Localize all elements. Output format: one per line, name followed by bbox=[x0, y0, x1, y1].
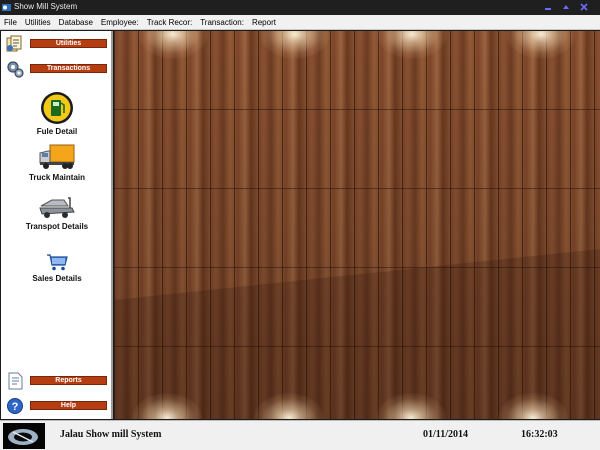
status-bar: Jalau Show mill System 01/11/2014 16:32:… bbox=[0, 420, 600, 450]
transactions-icon bbox=[7, 61, 24, 78]
menu-database[interactable]: Database bbox=[55, 15, 97, 29]
title-bar: Show Mill System bbox=[0, 0, 600, 15]
nav-transport-details[interactable]: Transpot Details bbox=[1, 194, 113, 231]
section-utilities: Utilities bbox=[4, 35, 110, 53]
maximize-button[interactable] bbox=[560, 1, 572, 13]
forklift-icon bbox=[39, 197, 75, 218]
menu-utilities[interactable]: Utilities bbox=[21, 15, 55, 29]
mill-logo-icon bbox=[3, 423, 45, 449]
nav-sales-details[interactable]: Sales Details bbox=[1, 252, 113, 283]
menu-report[interactable]: Report bbox=[248, 15, 280, 29]
main-background bbox=[114, 31, 600, 419]
sidebar: Utilities Transactions Fule Detail Truck… bbox=[1, 31, 113, 419]
minimize-icon bbox=[545, 8, 551, 10]
section-help: ? Help bbox=[4, 397, 110, 415]
nav-truck-maintain[interactable]: Truck Maintain bbox=[1, 143, 113, 182]
shopping-cart-icon bbox=[47, 254, 68, 271]
system-name: Jalau Show mill System bbox=[60, 429, 162, 440]
transactions-button[interactable]: Transactions bbox=[30, 64, 107, 73]
section-reports: Reports bbox=[4, 372, 110, 390]
utilities-button[interactable]: Utilities bbox=[30, 39, 107, 48]
nav-fuel-detail[interactable]: Fule Detail bbox=[1, 91, 113, 136]
reports-button[interactable]: Reports bbox=[30, 376, 107, 385]
help-icon: ? bbox=[7, 398, 23, 414]
close-icon bbox=[580, 3, 588, 11]
menu-transaction[interactable]: Transaction: bbox=[196, 15, 248, 29]
fuel-detail-label: Fule Detail bbox=[36, 127, 78, 136]
truck-icon bbox=[39, 144, 75, 169]
help-button[interactable]: Help bbox=[30, 401, 107, 410]
section-transactions: Transactions bbox=[4, 60, 110, 78]
menu-track-record[interactable]: Track Recor: bbox=[143, 15, 197, 29]
menu-employee[interactable]: Employee: bbox=[97, 15, 143, 29]
sales-details-label: Sales Details bbox=[32, 274, 82, 283]
svg-text:?: ? bbox=[12, 401, 19, 413]
menu-bar: File Utilities Database Employee: Track … bbox=[0, 15, 600, 30]
transport-details-label: Transpot Details bbox=[25, 222, 89, 231]
truck-maintain-label: Truck Maintain bbox=[28, 173, 85, 182]
status-time: 16:32:03 bbox=[521, 429, 558, 440]
status-date: 01/11/2014 bbox=[423, 429, 469, 440]
utilities-icon bbox=[6, 35, 22, 52]
fuel-pump-icon bbox=[41, 92, 73, 124]
maximize-icon bbox=[563, 5, 569, 9]
window-title: Show Mill System bbox=[14, 2, 78, 11]
minimize-button[interactable] bbox=[542, 1, 554, 13]
close-button[interactable] bbox=[578, 1, 590, 13]
app-icon bbox=[2, 4, 11, 11]
reports-icon bbox=[8, 372, 23, 390]
menu-file[interactable]: File bbox=[0, 15, 21, 29]
